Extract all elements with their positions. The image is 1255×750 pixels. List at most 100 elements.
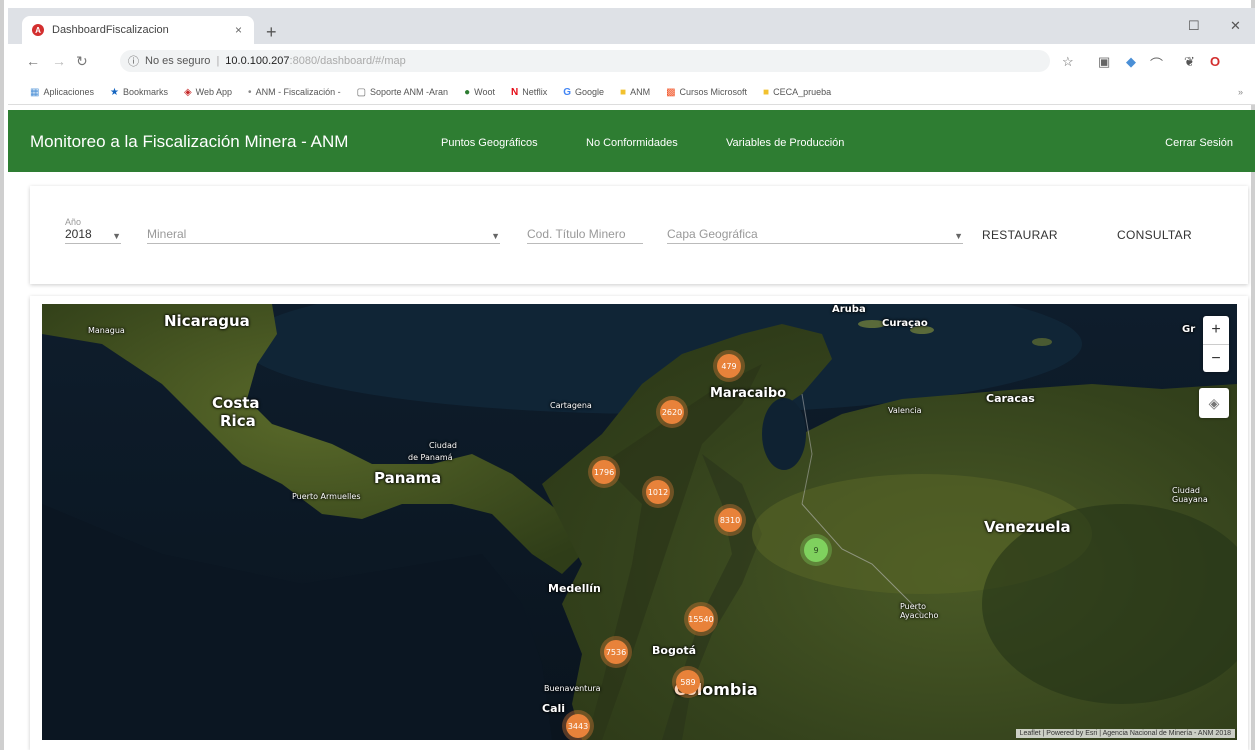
- url-bar[interactable]: ⓘ No es seguro | 10.0.100.207 :8080/dash…: [120, 50, 1050, 72]
- map-label-venezuela: Venezuela: [984, 518, 1071, 536]
- map-label-medellin: Medellín: [548, 582, 601, 595]
- extension-puzzle-icon[interactable]: ◆: [1126, 54, 1136, 70]
- bookmark-label: Woot: [474, 87, 495, 97]
- bookmark-cursos[interactable]: ▩ Cursos Microsoft: [666, 87, 747, 98]
- map-label-ciudad-guayana: Ciudad Guayana: [1172, 486, 1208, 504]
- chevron-down-icon: ▼: [491, 231, 500, 241]
- bookmark-anm[interactable]: ■ ANM: [620, 87, 650, 98]
- google-icon: G: [563, 86, 571, 98]
- zoom-in-button[interactable]: +: [1203, 316, 1229, 345]
- microsoft-icon: ▩: [666, 86, 676, 98]
- bookmark-label: Aplicaciones: [43, 87, 94, 97]
- maximize-icon[interactable]: ☐: [1188, 18, 1200, 34]
- back-icon[interactable]: ←: [26, 53, 40, 69]
- extension-leaf-icon[interactable]: ❦: [1184, 54, 1195, 70]
- woot-icon: ●: [464, 86, 471, 98]
- map-label-maracaibo: Maracaibo: [710, 386, 787, 401]
- web-icon: ◈: [183, 86, 192, 98]
- bookmarks-overflow-icon[interactable]: »: [1238, 87, 1243, 97]
- folder-icon: ■: [620, 86, 627, 98]
- bookmark-ceca[interactable]: ■ CECA_prueba: [763, 87, 831, 98]
- year-value: 2018: [65, 227, 92, 241]
- bookmark-label: Bookmarks: [122, 87, 168, 97]
- restore-button[interactable]: RESTAURAR: [982, 228, 1058, 242]
- map-label-nicaragua: Nicaragua: [164, 312, 250, 330]
- map-label-costa: Costa: [212, 394, 260, 412]
- map-label-puerto-armuelles: Puerto Armuelles: [292, 492, 361, 501]
- extension-arrow-icon[interactable]: ⌒: [1150, 54, 1163, 73]
- doc-icon: ▢: [356, 86, 367, 98]
- bookmark-label: Web App: [195, 87, 233, 97]
- layers-icon[interactable]: ◈: [1199, 388, 1229, 418]
- bookmark-webapp[interactable]: ◈ Web App: [184, 87, 232, 98]
- bookmarks-bar: ▦ Aplicaciones ★ Bookmarks ◈ Web App • ANM -…: [8, 80, 1255, 105]
- close-window-icon[interactable]: ✕: [1230, 18, 1241, 34]
- bookmark-anm-fiscalizacion[interactable]: • ANM - Fiscalización -: [248, 87, 341, 98]
- bookmark-netflix[interactable]: N Netflix: [511, 87, 547, 98]
- zoom-out-button[interactable]: −: [1203, 345, 1229, 373]
- map-label-rica: Rica: [220, 412, 256, 430]
- bookmark-label: Netflix: [522, 87, 548, 97]
- forward-icon[interactable]: →: [52, 53, 66, 69]
- bookmark-star-icon[interactable]: ☆: [1062, 54, 1074, 70]
- bookmark-google[interactable]: G Google: [563, 87, 604, 98]
- map-cluster[interactable]: 7536: [604, 640, 628, 664]
- map-label-buenaventura: Buenaventura: [544, 684, 601, 693]
- app-header: Monitoreo a la Fiscalización Minera - AN…: [8, 110, 1255, 172]
- bookmark-soporte[interactable]: ▢ Soporte ANM -Aran: [357, 87, 449, 98]
- map-label-bogota: Bogotá: [652, 644, 697, 657]
- bookmark-label: ANM: [630, 87, 651, 97]
- map-label-curacao: Curaçao: [882, 318, 928, 329]
- logout-button[interactable]: Cerrar Sesión: [1165, 137, 1233, 149]
- map-label-caracas: Caracas: [986, 392, 1035, 405]
- url-path: :8080/dashboard/#/map: [289, 55, 406, 67]
- capa-placeholder: Capa Geográfica: [667, 227, 758, 241]
- bookmark-apps[interactable]: ▦ Aplicaciones: [30, 87, 94, 98]
- map-label-managua: Managua: [88, 326, 125, 335]
- capa-geografica-select[interactable]: Capa Geográfica ▼: [667, 224, 963, 244]
- bookmark-bookmarks[interactable]: ★ Bookmarks: [110, 87, 168, 98]
- titulo-placeholder: Cod. Título Minero: [527, 227, 626, 241]
- map-label-panama: Panama: [374, 469, 442, 487]
- new-tab-button[interactable]: +: [266, 22, 277, 43]
- mineral-select[interactable]: Mineral ▼: [147, 224, 500, 244]
- map-label-gr: Gr: [1182, 324, 1196, 335]
- url-host: 10.0.100.207: [225, 55, 290, 67]
- angular-favicon-icon: A: [32, 24, 44, 36]
- nav-puntos-geograficos[interactable]: Puntos Geográficos: [441, 137, 538, 149]
- map-cluster[interactable]: 2620: [660, 400, 684, 424]
- map-cluster[interactable]: 3443: [566, 714, 590, 738]
- browser-tab[interactable]: A DashboardFiscalizacion ×: [22, 16, 254, 44]
- year-select[interactable]: 2018 ▼: [65, 224, 121, 244]
- map-cluster[interactable]: 1796: [592, 460, 616, 484]
- tab-strip: A DashboardFiscalizacion × + ☐ ✕: [8, 8, 1255, 44]
- map-cluster[interactable]: 1012: [646, 480, 670, 504]
- map-cluster[interactable]: 479: [717, 354, 741, 378]
- url-separator: |: [216, 55, 220, 67]
- app-title: Monitoreo a la Fiscalización Minera - AN…: [30, 132, 349, 151]
- map-cluster[interactable]: 8310: [718, 508, 742, 532]
- nav-variables-produccion[interactable]: Variables de Producción: [726, 137, 844, 149]
- query-button[interactable]: CONSULTAR: [1117, 228, 1192, 242]
- map-cluster[interactable]: 589: [676, 670, 700, 694]
- info-icon[interactable]: ⓘ: [128, 53, 139, 69]
- bookmark-label: Cursos Microsoft: [679, 87, 748, 97]
- map-label-ciudad-panama-2: de Panamá: [408, 453, 453, 462]
- map-cluster[interactable]: 15540: [688, 606, 714, 632]
- tab-title: DashboardFiscalizacion: [52, 24, 169, 36]
- star-icon: ★: [109, 86, 119, 98]
- zoom-control: + −: [1203, 316, 1229, 372]
- map-cluster[interactable]: 9: [804, 538, 828, 562]
- titulo-minero-input[interactable]: Cod. Título Minero: [527, 224, 643, 244]
- mineral-placeholder: Mineral: [147, 227, 187, 241]
- tab-close-icon[interactable]: ×: [235, 23, 242, 37]
- opera-icon[interactable]: O: [1210, 54, 1220, 69]
- nav-no-conformidades[interactable]: No Conformidades: [586, 137, 678, 149]
- bookmark-woot[interactable]: ● Woot: [464, 87, 495, 98]
- map-label-cali: Cali: [542, 702, 566, 715]
- reload-icon[interactable]: ↻: [76, 53, 88, 70]
- extension-icon[interactable]: ▣: [1098, 54, 1110, 70]
- map-attribution: Leaflet | Powered by Esri | Agencia Naci…: [1015, 729, 1235, 738]
- satellite-map[interactable]: Nicaragua Managua Costa Rica Panama Ciud…: [42, 304, 1237, 740]
- bookmark-label: ANM - Fiscalización -: [255, 87, 341, 97]
